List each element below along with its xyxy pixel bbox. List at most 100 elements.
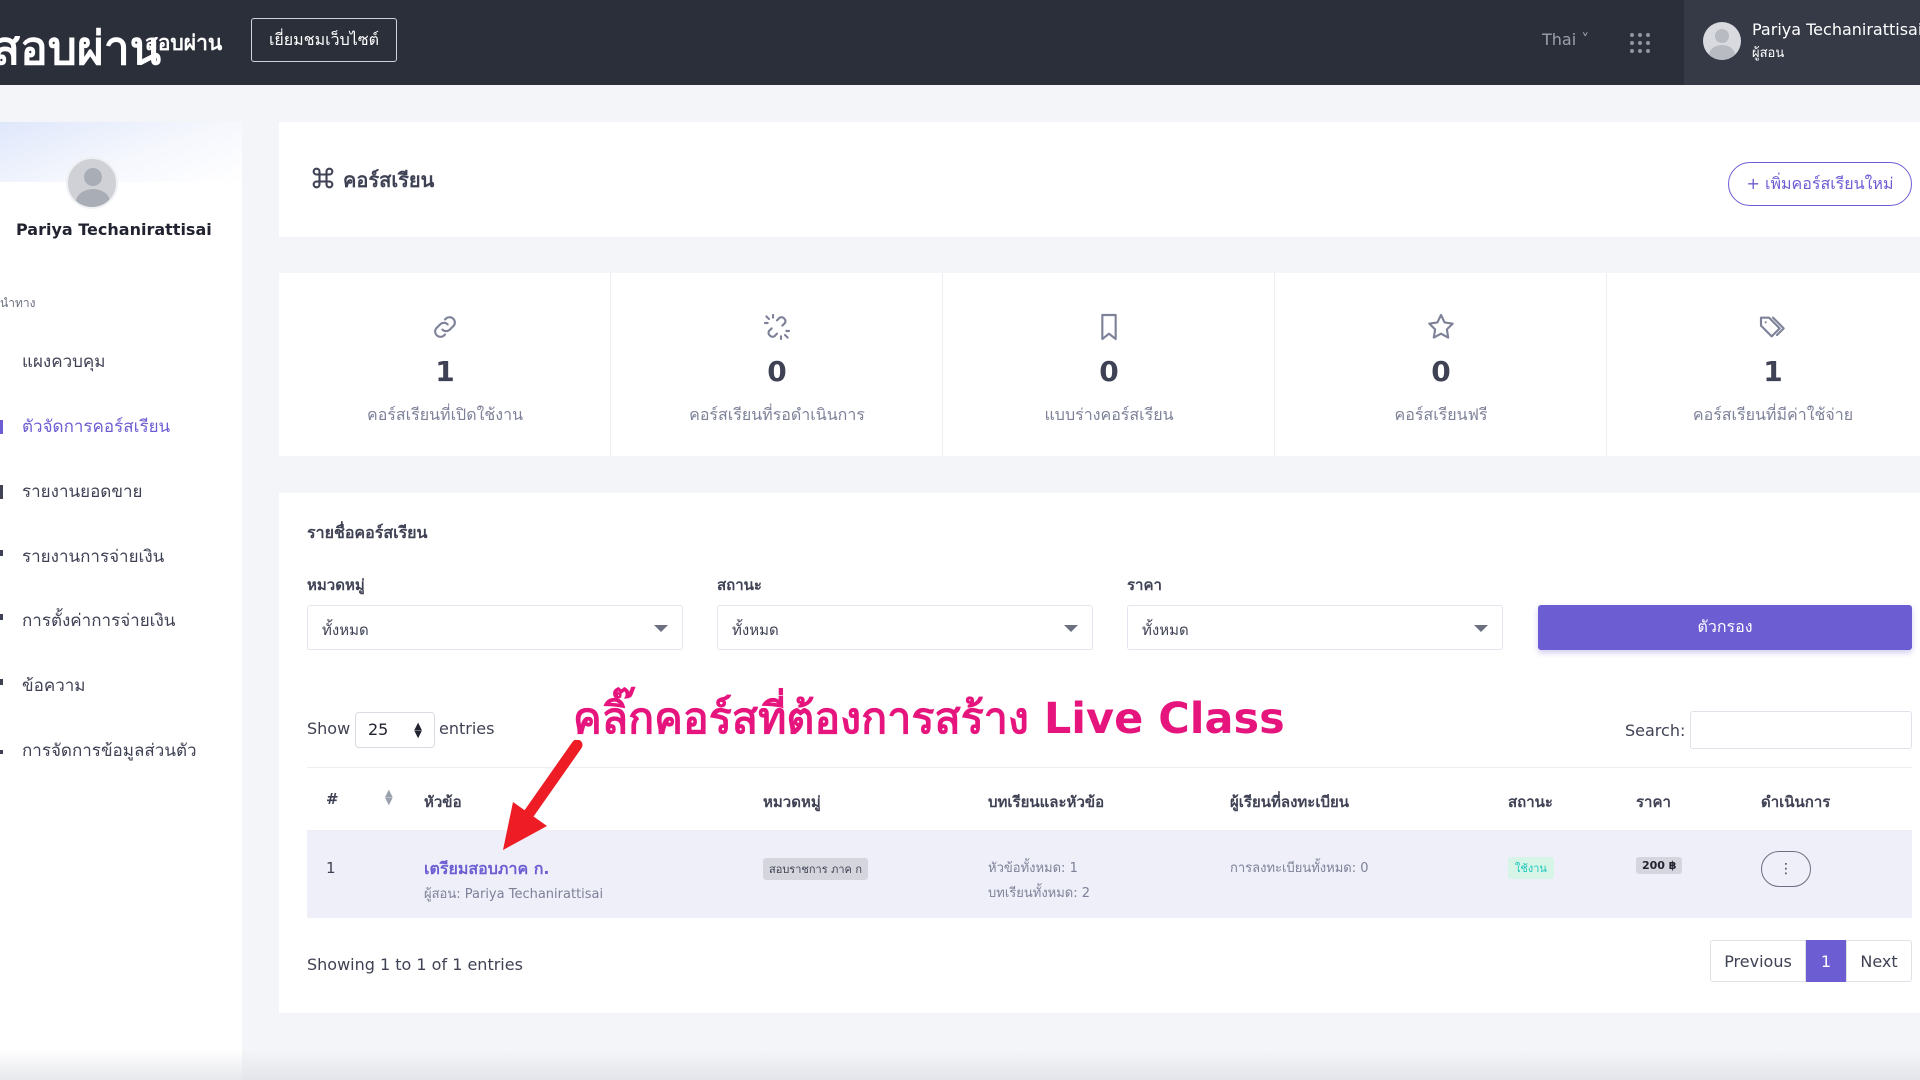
stat-label: คอร์สเรียนที่มีค่าใช้จ่าย	[1692, 405, 1854, 424]
status-select[interactable]: ทั้งหมด	[717, 605, 1093, 650]
avatar	[1703, 22, 1741, 60]
sections-count: หัวข้อทั้งหมด: 1	[988, 861, 1078, 876]
column-header-status[interactable]: สถานะ	[1508, 790, 1553, 814]
sidebar-item-payout-settings[interactable]: การตั้งค่าการจ่ายเงิน	[22, 607, 175, 634]
category-select[interactable]: ทั้งหมด	[307, 605, 683, 650]
stat-value: 0	[1431, 355, 1451, 388]
sidebar-decoration	[0, 122, 242, 182]
sidebar-item-payout-report[interactable]: รายงานการจ่ายเงิน	[22, 543, 164, 570]
enrolled-count: การลงทะเบียนทั้งหมด: 0	[1230, 861, 1369, 876]
page-length-select[interactable]: 25 ▲ ▼	[355, 712, 435, 748]
chevron-down-icon	[1064, 625, 1078, 632]
column-header-lessons[interactable]: บทเรียนและหัวข้อ	[988, 790, 1104, 814]
status-badge: ใช้งาน	[1508, 857, 1554, 879]
stat-free-courses: 0 คอร์สเรียนฟรี	[1275, 273, 1607, 456]
column-header-title[interactable]: หัวข้อ	[424, 790, 462, 814]
pagination-previous[interactable]: Previous	[1710, 940, 1806, 982]
stat-pending-courses: 0 คอร์สเรียนที่รอดำเนินการ	[611, 273, 943, 456]
language-selector[interactable]: Thai ˅	[1542, 30, 1589, 49]
pagination-page-1[interactable]: 1	[1806, 940, 1846, 982]
stats-card: 1 คอร์สเรียนที่เปิดใช้งาน 0 คอร์สเรียนที…	[279, 273, 1920, 456]
stat-active-courses: 1 คอร์สเรียนที่เปิดใช้งาน	[279, 273, 611, 456]
apps-grid-icon[interactable]	[1630, 33, 1650, 53]
status-select-value: ทั้งหมด	[732, 621, 779, 639]
price-filter-label: ราคา	[1127, 576, 1162, 594]
sidebar-item-profile-management[interactable]: การจัดการข้อมูลส่วนตัว	[22, 737, 197, 764]
stat-label: คอร์สเรียนที่เปิดใช้งาน	[366, 405, 523, 424]
price-select-value: ทั้งหมด	[1142, 621, 1189, 639]
stat-paid-courses: 1 คอร์สเรียนที่มีค่าใช้จ่าย	[1607, 273, 1920, 456]
visit-website-button[interactable]: เยี่ยมชมเว็บไซต์	[251, 18, 397, 62]
user-menu[interactable]: Pariya Techanirattisai ผู้สอน	[1684, 0, 1920, 85]
entries-label: entries	[439, 719, 495, 738]
user-name: Pariya Techanirattisai	[1752, 20, 1920, 39]
column-header-actions: ดำเนินการ	[1761, 793, 1831, 811]
nav-section-title: นำทาง	[0, 296, 36, 310]
chevron-down-icon	[654, 625, 668, 632]
nav-bullet	[0, 750, 3, 754]
price-badge: 200 ฿	[1636, 857, 1683, 874]
add-course-button[interactable]: + เพิ่มคอร์สเรียนใหม่	[1728, 162, 1912, 206]
column-header-enrolled[interactable]: ผู้เรียนที่ลงทะเบียน	[1230, 790, 1349, 814]
price-select[interactable]: ทั้งหมด	[1127, 605, 1503, 650]
category-badge: สอบราชการ ภาค ก	[763, 858, 869, 880]
link-icon	[434, 316, 456, 338]
column-header-category[interactable]: หมวดหมู่	[763, 790, 821, 814]
arrow-pointer-icon	[503, 740, 583, 850]
sidebar-item-sales-report[interactable]: รายงานยอดขาย	[22, 478, 142, 505]
updown-icon: ▲ ▼	[414, 721, 422, 740]
category-select-value: ทั้งหมด	[322, 621, 369, 639]
tags-icon	[1759, 316, 1785, 338]
bookmark-icon	[1101, 313, 1117, 341]
logo-text[interactable]: สอบผ่าน	[0, 12, 161, 85]
column-header-price[interactable]: ราคา	[1636, 790, 1671, 814]
nav-bullet-active	[0, 420, 3, 434]
stat-value: 1	[1763, 355, 1783, 388]
brand-name: สอบผ่าน	[145, 31, 223, 55]
filter-button[interactable]: ตัวกรอง	[1538, 605, 1912, 650]
sidebar-item-messages[interactable]: ข้อความ	[22, 672, 86, 699]
stat-value: 0	[767, 355, 787, 388]
search-input[interactable]	[1690, 711, 1912, 749]
course-title-link[interactable]: เตรียมสอบภาค ก.	[424, 857, 549, 882]
page-header-card: คอร์สเรียน + เพิ่มคอร์สเรียนใหม่	[279, 122, 1920, 237]
instruction-annotation: คลิ๊กคอร์สที่ต้องการสร้าง Live Class	[573, 694, 1285, 744]
table-info: Showing 1 to 1 of 1 entries	[307, 955, 523, 974]
show-label: Show	[307, 719, 351, 738]
sidebar: Pariya Techanirattisai นำทาง แผงควบคุม ต…	[0, 122, 242, 1080]
search-label: Search:	[1625, 721, 1686, 740]
nav-bullet	[0, 354, 3, 368]
pagination-next[interactable]: Next	[1846, 940, 1912, 982]
chevron-down-icon	[1474, 625, 1488, 632]
nav-bullet	[0, 679, 3, 685]
bottom-shadow	[0, 1050, 1920, 1080]
top-navbar: สอบผ่าน สอบผ่าน เยี่ยมชมเว็บไซต์ Thai ˅ …	[0, 0, 1920, 85]
user-role: ผู้สอน	[1752, 46, 1785, 61]
star-icon	[1428, 313, 1454, 339]
stat-draft-courses: 0 แบบร่างคอร์สเรียน	[943, 273, 1275, 456]
profile-name: Pariya Techanirattisai	[16, 220, 212, 239]
stat-label: คอร์สเรียนฟรี	[1394, 405, 1488, 424]
lessons-count: บทเรียนทั้งหมด: 2	[988, 886, 1091, 901]
sidebar-item-course-manager[interactable]: ตัวจัดการคอร์สเรียน	[22, 413, 170, 440]
row-actions-button[interactable]: ⋮	[1761, 851, 1811, 887]
status-filter-label: สถานะ	[717, 576, 762, 594]
stat-label: คอร์สเรียนที่รอดำเนินการ	[689, 405, 865, 424]
nav-bullet	[0, 550, 3, 556]
stat-value: 1	[435, 355, 455, 388]
broken-link-icon	[763, 313, 791, 341]
row-number: 1	[326, 859, 336, 877]
sidebar-item-dashboard[interactable]: แผงควบคุม	[22, 348, 106, 375]
profile-avatar	[66, 157, 118, 209]
page-length-value: 25	[368, 720, 389, 739]
page-title: คอร์สเรียน	[343, 168, 435, 192]
column-header-number[interactable]: #	[326, 790, 339, 808]
course-teacher: ผู้สอน: Pariya Techanirattisai	[424, 887, 604, 902]
category-filter-label: หมวดหมู่	[307, 576, 365, 594]
nav-bullet	[0, 485, 3, 499]
sort-icon[interactable]: ▲ ▼	[385, 789, 393, 807]
nav-bullet	[0, 614, 3, 620]
command-icon	[312, 167, 334, 189]
stat-label: แบบร่างคอร์สเรียน	[1044, 405, 1174, 424]
stat-value: 0	[1099, 355, 1119, 388]
